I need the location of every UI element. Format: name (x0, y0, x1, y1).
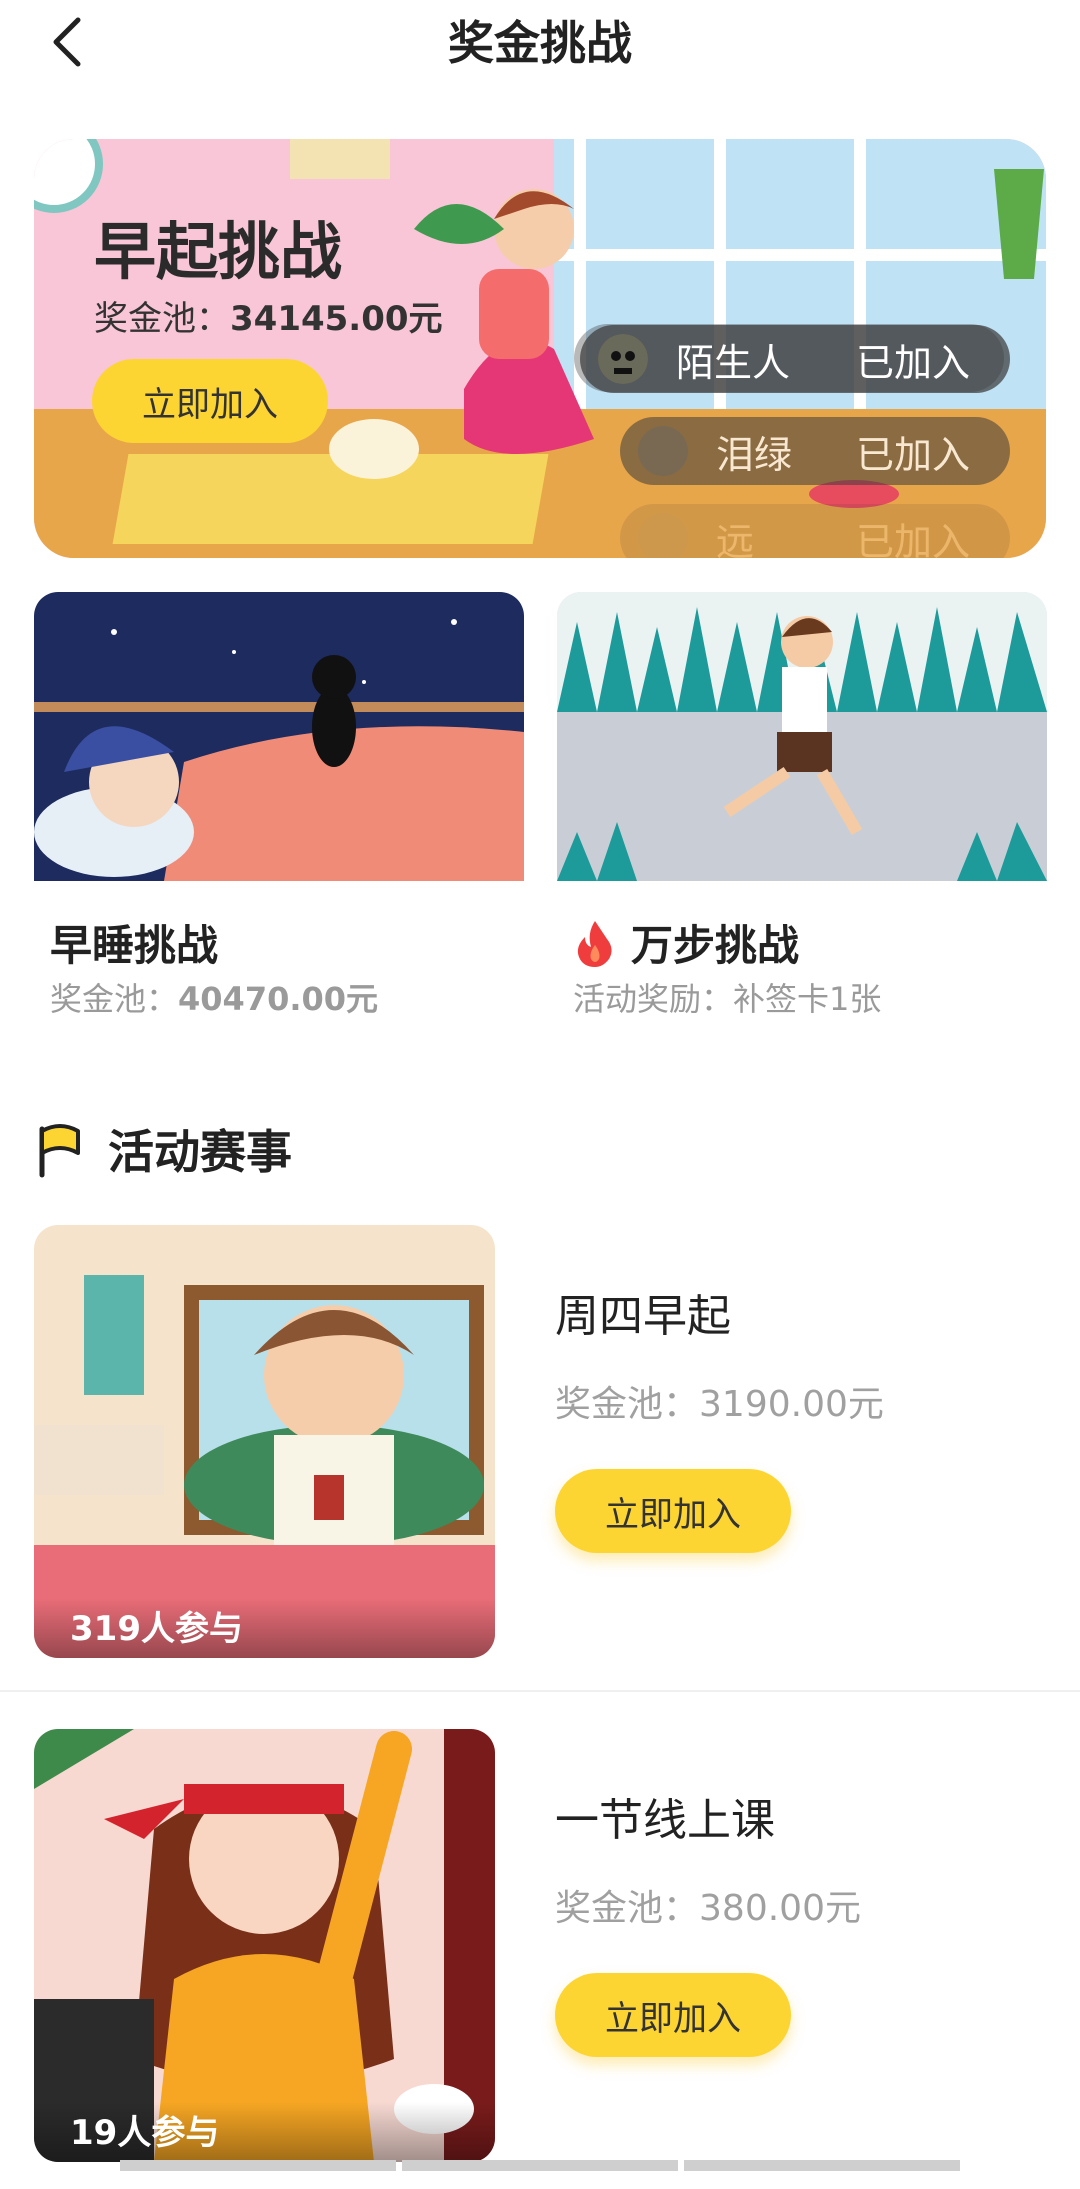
fire-icon (577, 920, 612, 967)
event-image[interactable]: 319人参与 (34, 1225, 495, 1658)
participant-pill-3: 远 已加入 (620, 504, 1010, 558)
participant-status: 已加入 (856, 519, 971, 559)
participant-name: 陌生人 (676, 340, 791, 385)
bottom-tab-hint (120, 2160, 960, 2171)
tab-hint-segment (402, 2160, 678, 2171)
participant-count-overlay: 319人参与 (34, 1598, 495, 1658)
event-item: 319人参与 周四早起 奖金池：3190.00元 立即加入 (34, 1225, 1046, 1685)
tab-hint-segment (120, 2160, 396, 2171)
card-image (557, 592, 1047, 881)
participant-pill-1: 陌生人 已加入 (580, 325, 1010, 393)
tab-hint-segment (684, 2160, 960, 2171)
event-title: 一节线上课 (555, 1795, 775, 1846)
avatar (638, 426, 688, 476)
event-pool: 奖金池：380.00元 (555, 1888, 861, 1929)
card-image (34, 592, 524, 881)
event-join-button[interactable]: 立即加入 (555, 1469, 791, 1553)
section-title: 活动赛事 (108, 1125, 292, 1179)
hero-banner-early-rise[interactable]: 早起挑战 奖金池：34145.00元 立即加入 陌生人 已加入 泪绿 已加入 远… (34, 139, 1046, 558)
avatar (598, 334, 648, 384)
divider (0, 1690, 1080, 1692)
card-title: 早睡挑战 (50, 921, 219, 970)
section-header: 活动赛事 (30, 1114, 292, 1184)
event-image[interactable]: 19人参与 (34, 1729, 495, 2162)
participant-count: 319人参与 (70, 1609, 243, 1649)
card-ten-thousand-steps[interactable]: 万步挑战 活动奖励：补签卡1张 (557, 592, 1047, 1032)
card-early-sleep[interactable]: 早睡挑战 奖金池：40470.00元 (34, 592, 524, 1032)
card-subtitle: 奖金池：40470.00元 (50, 980, 379, 1018)
card-title: 万步挑战 (573, 912, 799, 973)
card-subtitle: 活动奖励：补签卡1张 (573, 980, 882, 1018)
event-title: 周四早起 (555, 1291, 731, 1342)
page-title: 奖金挑战 (448, 16, 632, 70)
participant-status: 已加入 (856, 432, 971, 477)
card-title-text: 万步挑战 (631, 921, 800, 970)
participant-count: 19人参与 (70, 2113, 220, 2153)
participant-name: 远 (716, 519, 755, 559)
flag-icon (39, 1124, 80, 1178)
hero-title: 早起挑战 (94, 215, 343, 288)
participant-count-overlay: 19人参与 (34, 2102, 495, 2162)
header: 奖金挑战 (0, 0, 1080, 88)
participant-name: 泪绿 (716, 432, 793, 477)
participant-status: 已加入 (856, 340, 971, 385)
event-item: 19人参与 一节线上课 奖金池：380.00元 立即加入 (34, 1729, 1046, 2189)
participant-pill-2: 泪绿 已加入 (620, 417, 1010, 485)
avatar (638, 513, 688, 558)
hero-join-button[interactable]: 立即加入 (92, 359, 328, 443)
event-pool: 奖金池：3190.00元 (555, 1384, 884, 1425)
hero-pool: 奖金池：34145.00元 (94, 299, 443, 339)
event-join-button[interactable]: 立即加入 (555, 1973, 791, 2057)
